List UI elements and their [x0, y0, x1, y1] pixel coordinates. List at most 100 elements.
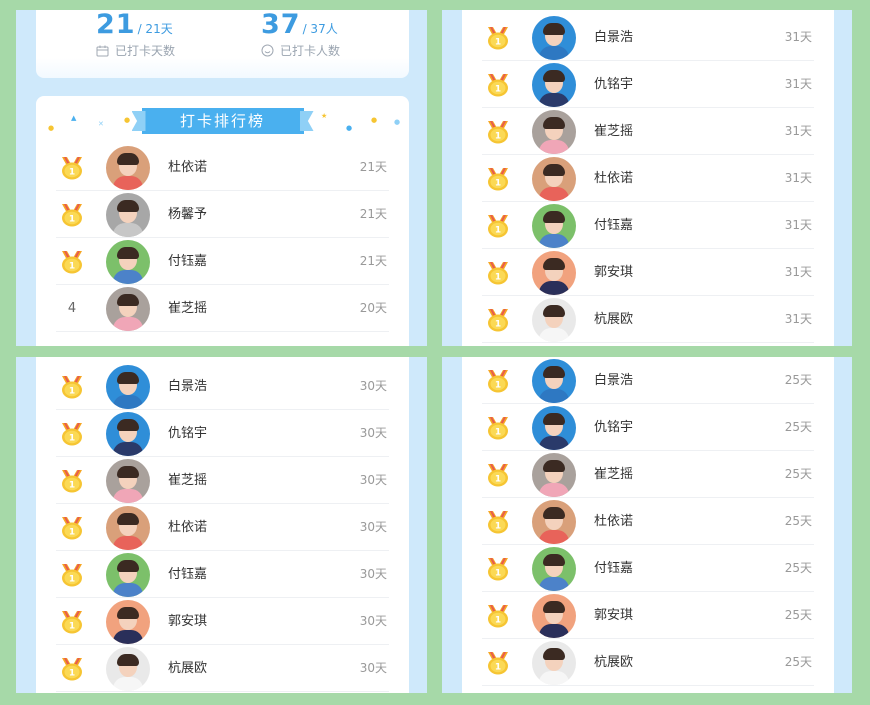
checkin-days: 25天 — [784, 467, 812, 481]
svg-text:1: 1 — [69, 622, 75, 632]
medal-icon: 1 — [58, 420, 86, 448]
checkin-days: 31天 — [784, 265, 812, 279]
checkin-days: 30天 — [359, 473, 387, 487]
list-item[interactable]: 1 仇铭宇 30天 — [36, 410, 409, 457]
list-item[interactable]: 1 付钰嘉 25天 — [462, 545, 834, 592]
svg-text:1: 1 — [69, 528, 75, 538]
student-name: 付钰嘉 — [594, 218, 634, 233]
avatar — [532, 453, 576, 497]
avatar — [532, 641, 576, 685]
people-label: 已打卡人数 — [280, 44, 341, 58]
student-name: 仇铭宇 — [168, 426, 208, 441]
avatar — [106, 506, 150, 550]
svg-text:1: 1 — [495, 428, 501, 438]
svg-text:1: 1 — [495, 475, 501, 485]
svg-text:1: 1 — [495, 616, 501, 626]
student-name: 杜依诺 — [594, 514, 634, 529]
calendar-icon — [96, 45, 109, 56]
list-item[interactable]: 1 崔芝摇 30天 — [36, 457, 409, 504]
checkin-days: 25天 — [784, 420, 812, 434]
checkin-days: 21天 — [359, 207, 387, 221]
list-item[interactable]: 1 仇铭宇 25天 — [462, 404, 834, 451]
list-item[interactable]: 1 杨馨予 21天 — [36, 191, 409, 238]
panel-ranking-31: 1 白景浩 31天 1 仇铭宇 31天 1 崔芝摇 31天 1 杜依诺 31天 1 付钰嘉 31天 1 郭安琪 3… — [442, 10, 852, 346]
medal-icon: 1 — [58, 514, 86, 542]
list-item[interactable]: 1 杜依诺 30天 — [36, 504, 409, 551]
svg-text:1: 1 — [495, 522, 501, 532]
student-name: 白景浩 — [594, 373, 634, 388]
list-item[interactable]: 1 郭安琪 25天 — [462, 592, 834, 639]
medal-icon: 1 — [58, 373, 86, 401]
medal-icon: 1 — [484, 555, 512, 583]
list-item[interactable]: 1 杭展欧 31天 — [462, 296, 834, 343]
list-item[interactable]: 1 仇铭宇 31天 — [462, 61, 834, 108]
svg-text:1: 1 — [495, 179, 501, 189]
row-divider — [56, 691, 389, 692]
svg-text:1: 1 — [495, 226, 501, 236]
ranking-card: 1 白景浩 30天 1 仇铭宇 30天 1 崔芝摇 30天 1 杜依诺 30天 1 付钰嘉 30天 1 郭安琪 3… — [36, 357, 409, 693]
student-name: 崔芝摇 — [594, 124, 634, 139]
avatar — [106, 553, 150, 597]
svg-text:1: 1 — [495, 569, 501, 579]
list-item[interactable]: 1 付钰嘉 31天 — [462, 202, 834, 249]
medal-icon: 1 — [484, 414, 512, 442]
student-name: 杜依诺 — [594, 171, 634, 186]
student-name: 崔芝摇 — [168, 473, 208, 488]
checkin-days: 31天 — [784, 77, 812, 91]
checkin-days: 25天 — [784, 655, 812, 669]
checkin-days: 21天 — [359, 160, 387, 174]
list-item[interactable]: 1 杜依诺 21天 — [36, 144, 409, 191]
student-name: 杭展欧 — [594, 312, 634, 327]
list-item[interactable]: 1 杜依诺 31天 — [462, 155, 834, 202]
list-item[interactable]: 1 白景浩 25天 — [462, 357, 834, 404]
medal-icon: 1 — [484, 118, 512, 146]
checkin-days: 20天 — [359, 301, 387, 315]
avatar — [106, 647, 150, 691]
avatar — [532, 594, 576, 638]
list-item[interactable]: 1 郭安琪 31天 — [462, 249, 834, 296]
medal-icon: 1 — [58, 655, 86, 683]
list-item[interactable]: 1 付钰嘉 30天 — [36, 551, 409, 598]
checkin-days: 30天 — [359, 567, 387, 581]
medal-icon: 1 — [484, 602, 512, 630]
checkin-days: 25天 — [784, 514, 812, 528]
ranking-card: 1 白景浩 25天 1 仇铭宇 25天 1 崔芝摇 25天 1 杜依诺 25天 1 付钰嘉 25天 1 郭安琪 2… — [462, 357, 834, 693]
list-item[interactable]: 1 崔芝摇 25天 — [462, 451, 834, 498]
checkin-days: 31天 — [784, 124, 812, 138]
student-name: 白景浩 — [168, 379, 208, 394]
student-name: 杨馨予 — [168, 207, 208, 222]
checkin-days: 31天 — [784, 218, 812, 232]
medal-icon: 1 — [484, 508, 512, 536]
avatar — [106, 146, 150, 190]
svg-text:1: 1 — [495, 38, 501, 48]
checkin-days: 30天 — [359, 426, 387, 440]
medal-icon: 1 — [484, 367, 512, 395]
panel-ranking-30: 1 白景浩 30天 1 仇铭宇 30天 1 崔芝摇 30天 1 杜依诺 30天 1 付钰嘉 30天 1 郭安琪 3… — [16, 357, 427, 693]
avatar — [532, 500, 576, 544]
medal-icon: 1 — [58, 248, 86, 276]
student-name: 仇铭宇 — [594, 77, 634, 92]
student-name: 杭展欧 — [594, 655, 634, 670]
medal-icon: 1 — [484, 259, 512, 287]
svg-text:1: 1 — [69, 669, 75, 679]
list-item[interactable]: 1 崔芝摇 31天 — [462, 108, 834, 155]
list-item[interactable]: 1 杜依诺 25天 — [462, 498, 834, 545]
checkin-days: 25天 — [784, 373, 812, 387]
student-name: 杜依诺 — [168, 160, 208, 175]
list-item[interactable]: 1 付钰嘉 21天 — [36, 238, 409, 285]
avatar — [532, 110, 576, 154]
list-item[interactable]: 1 白景浩 30天 — [36, 363, 409, 410]
medal-icon: 1 — [484, 24, 512, 52]
list-item[interactable]: 1 白景浩 31天 — [462, 14, 834, 61]
checkin-days: 31天 — [784, 30, 812, 44]
list-item[interactable]: 1 杭展欧 25天 — [462, 639, 834, 686]
people-total: / 37人 — [302, 22, 338, 36]
list-item[interactable]: 1 郭安琪 30天 — [36, 598, 409, 645]
row-divider — [482, 685, 814, 686]
list-item[interactable]: 4 崔芝摇 20天 — [36, 285, 409, 332]
checkin-days: 30天 — [359, 661, 387, 675]
medal-icon: 1 — [58, 467, 86, 495]
row-divider — [56, 331, 389, 332]
student-name: 杭展欧 — [168, 661, 208, 676]
list-item[interactable]: 1 杭展欧 30天 — [36, 645, 409, 692]
